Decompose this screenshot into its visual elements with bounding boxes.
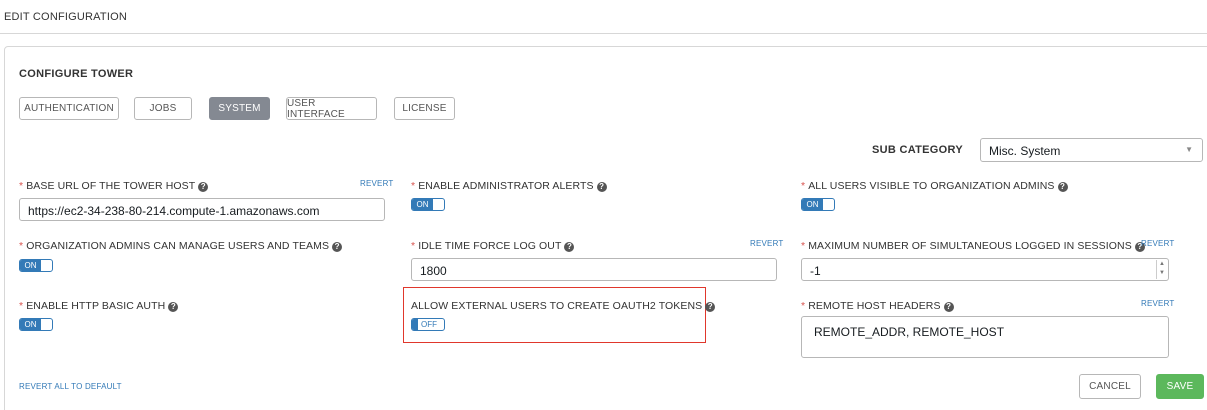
page-title: EDIT CONFIGURATION bbox=[4, 11, 127, 23]
help-icon[interactable]: ? bbox=[564, 242, 575, 252]
max-sessions-input[interactable]: -1 ▲ ▼ bbox=[801, 258, 1169, 281]
idle-timeout-input[interactable]: 1800 bbox=[411, 258, 777, 281]
tab-license[interactable]: LICENSE bbox=[394, 97, 455, 120]
base-url-label: * BASE URL OF THE TOWER HOST? bbox=[19, 180, 209, 192]
http-basic-auth-label: * ENABLE HTTP BASIC AUTH? bbox=[19, 300, 179, 312]
stepper-down-icon[interactable]: ▼ bbox=[1157, 269, 1167, 278]
admin-alerts-toggle[interactable]: ON bbox=[411, 198, 445, 211]
idle-timeout-label: * IDLE TIME FORCE LOG OUT? bbox=[411, 240, 575, 252]
max-sessions-revert[interactable]: REVERT bbox=[1141, 239, 1175, 248]
required-asterisk: * bbox=[19, 180, 24, 192]
all-users-visible-label: * ALL USERS VISIBLE TO ORGANIZATION ADMIN… bbox=[801, 180, 1068, 192]
oauth2-tokens-label: ALLOW EXTERNAL USERS TO CREATE OAUTH2 TO… bbox=[411, 300, 716, 312]
max-sessions-label: * MAXIMUM NUMBER OF SIMULTANEOUS LOGGED I… bbox=[801, 240, 1145, 252]
help-icon[interactable]: ? bbox=[1057, 182, 1068, 192]
cancel-button[interactable]: CANCEL bbox=[1079, 374, 1141, 399]
help-icon[interactable]: ? bbox=[198, 182, 209, 192]
tab-authentication[interactable]: AUTHENTICATION bbox=[19, 97, 119, 120]
base-url-input[interactable]: https://ec2-34-238-80-214.compute-1.amaz… bbox=[19, 198, 385, 221]
admin-alerts-label: * ENABLE ADMINISTRATOR ALERTS? bbox=[411, 180, 607, 192]
help-icon[interactable]: ? bbox=[943, 302, 954, 312]
help-icon[interactable]: ? bbox=[168, 302, 179, 312]
remote-host-headers-textarea[interactable]: REMOTE_ADDR, REMOTE_HOST bbox=[801, 316, 1169, 358]
max-sessions-value: -1 bbox=[810, 264, 821, 278]
sub-category-select[interactable]: Misc. System ▼ bbox=[980, 138, 1203, 162]
help-icon[interactable]: ? bbox=[705, 302, 716, 312]
revert-all-link[interactable]: REVERT ALL TO DEFAULT bbox=[19, 382, 122, 391]
base-url-value: https://ec2-34-238-80-214.compute-1.amaz… bbox=[28, 204, 320, 218]
oauth2-tokens-toggle[interactable]: OFF bbox=[411, 318, 445, 331]
save-button[interactable]: SAVE bbox=[1156, 374, 1204, 399]
stepper-up-icon[interactable]: ▲ bbox=[1157, 260, 1167, 269]
all-users-visible-toggle[interactable]: ON bbox=[801, 198, 835, 211]
panel-title: CONFIGURE TOWER bbox=[19, 68, 134, 80]
number-stepper[interactable]: ▲ ▼ bbox=[1156, 260, 1167, 279]
tab-system[interactable]: SYSTEM bbox=[209, 97, 270, 120]
tab-jobs[interactable]: JOBS bbox=[134, 97, 192, 120]
remote-host-headers-label: * REMOTE HOST HEADERS? bbox=[801, 300, 954, 312]
remote-host-headers-value: REMOTE_ADDR, REMOTE_HOST bbox=[814, 325, 1005, 339]
tab-user-interface[interactable]: USER INTERFACE bbox=[286, 97, 377, 120]
idle-timeout-revert[interactable]: REVERT bbox=[750, 239, 784, 248]
org-admins-manage-toggle[interactable]: ON bbox=[19, 259, 53, 272]
sub-category-label: SUB CATEGORY bbox=[872, 144, 963, 156]
help-icon[interactable]: ? bbox=[596, 182, 607, 192]
http-basic-auth-toggle[interactable]: ON bbox=[19, 318, 53, 331]
remote-host-headers-revert[interactable]: REVERT bbox=[1141, 299, 1175, 308]
help-icon[interactable]: ? bbox=[332, 242, 343, 252]
idle-timeout-value: 1800 bbox=[420, 264, 447, 278]
chevron-down-icon: ▼ bbox=[1185, 145, 1193, 154]
sub-category-value: Misc. System bbox=[989, 144, 1061, 158]
highlight-box bbox=[403, 287, 706, 343]
edit-configuration-header: EDIT CONFIGURATION bbox=[0, 0, 1207, 34]
org-admins-manage-label: * ORGANIZATION ADMINS CAN MANAGE USERS AN… bbox=[19, 240, 343, 252]
base-url-revert[interactable]: REVERT bbox=[360, 179, 394, 188]
